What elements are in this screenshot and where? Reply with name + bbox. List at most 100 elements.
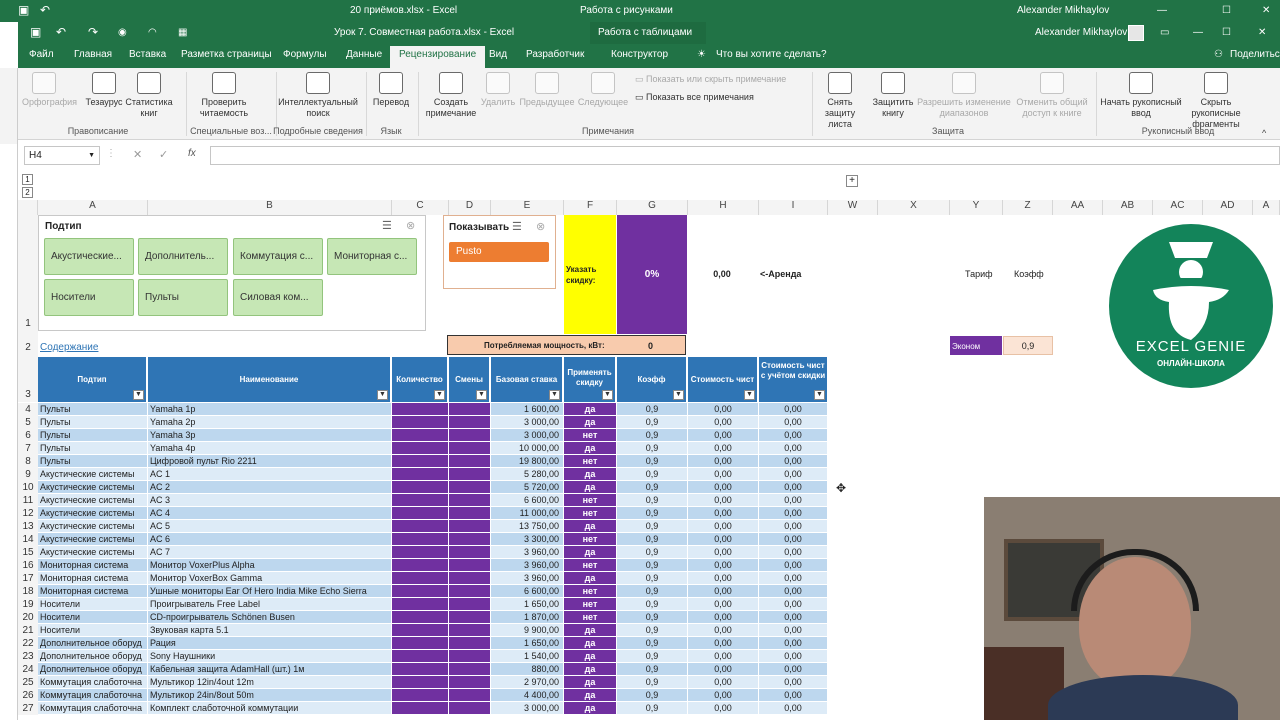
cell-apply-discount[interactable]: нет [564, 429, 617, 442]
cell-podtip[interactable]: Акустические системы [38, 481, 148, 494]
row-header[interactable]: 23 [18, 650, 38, 663]
cell-name[interactable]: Yamaha 2p [148, 416, 392, 429]
chevron-down-icon[interactable]: ▼ [88, 147, 95, 164]
undo-icon[interactable]: ↶ [40, 3, 50, 17]
cell-podtip[interactable]: Акустические системы [38, 507, 148, 520]
cell-coef[interactable]: 0,9 [617, 598, 688, 611]
workbook-stats-button[interactable]: Статистика книг [124, 72, 174, 119]
cell-base-rate[interactable]: 6 600,00 [491, 494, 564, 507]
header-coef[interactable]: Коэфф ▼ [617, 357, 687, 402]
cell-name[interactable]: Проигрыватель Free Label [148, 598, 392, 611]
cell-coef[interactable]: 0,9 [617, 481, 688, 494]
cell-discounted-cost[interactable]: 0,00 [759, 546, 828, 559]
tariff-coef-cell[interactable]: 0,9 [1003, 336, 1053, 355]
column-header[interactable]: H [688, 200, 759, 215]
cell-quantity[interactable] [392, 468, 449, 481]
cell-podtip[interactable]: Носители [38, 598, 148, 611]
cell-quantity[interactable] [392, 494, 449, 507]
filter-dropdown-icon[interactable]: ▼ [814, 390, 825, 400]
row-header[interactable]: 10 [18, 481, 38, 494]
cell-name[interactable]: Рация [148, 637, 392, 650]
maximize-icon[interactable]: ☐ [1222, 5, 1231, 16]
cell-base-rate[interactable]: 1 870,00 [491, 611, 564, 624]
cell-net-cost[interactable]: 0,00 [688, 702, 759, 715]
cell-net-cost[interactable]: 0,00 [688, 403, 759, 416]
row-header[interactable]: 1 [18, 215, 38, 331]
column-header[interactable]: Z [1003, 200, 1053, 215]
slicer-item-power[interactable]: Силовая ком... [233, 279, 323, 316]
tab-developer[interactable]: Разработчик [526, 49, 584, 60]
tab-review[interactable]: Рецензирование [390, 46, 486, 68]
cell-name[interactable]: Sony Наушники [148, 650, 392, 663]
cell-base-rate[interactable]: 1 540,00 [491, 650, 564, 663]
previous-comment-button[interactable]: Предыдущее [518, 72, 576, 108]
column-header[interactable]: I [759, 200, 828, 215]
cell-name[interactable]: AC 3 [148, 494, 392, 507]
cell-shifts[interactable] [449, 585, 491, 598]
cell-apply-discount[interactable]: нет [564, 585, 617, 598]
cell-podtip[interactable]: Коммутация слаботочна [38, 702, 148, 715]
tab-design[interactable]: Конструктор [611, 49, 668, 60]
camera-icon[interactable]: ◉ [118, 27, 127, 38]
cell-podtip[interactable]: Акустические системы [38, 520, 148, 533]
row-header[interactable]: 5 [18, 416, 38, 429]
cell-base-rate[interactable]: 1 650,00 [491, 598, 564, 611]
minimize-icon[interactable]: — [1157, 5, 1167, 16]
row-header[interactable]: 4 [18, 403, 38, 416]
cell-quantity[interactable] [392, 689, 449, 702]
row-header[interactable]: 6 [18, 429, 38, 442]
tab-file[interactable]: Файл [29, 49, 54, 60]
cell-base-rate[interactable]: 11 000,00 [491, 507, 564, 520]
cell-net-cost[interactable]: 0,00 [688, 663, 759, 676]
cell-shifts[interactable] [449, 533, 491, 546]
cell-coef[interactable]: 0,9 [617, 533, 688, 546]
show-hide-comment-button[interactable]: ▭ Показать или скрыть примечание [635, 74, 786, 85]
cell-apply-discount[interactable]: да [564, 481, 617, 494]
cell-discounted-cost[interactable]: 0,00 [759, 585, 828, 598]
start-inking-button[interactable]: Начать рукописный ввод [1100, 72, 1182, 119]
cell-base-rate[interactable]: 3 960,00 [491, 546, 564, 559]
cell-discounted-cost[interactable]: 0,00 [759, 533, 828, 546]
cell-net-cost[interactable]: 0,00 [688, 520, 759, 533]
cell-coef[interactable]: 0,9 [617, 611, 688, 624]
row-header[interactable]: 21 [18, 624, 38, 637]
rent-value[interactable]: 0,00 [688, 269, 756, 279]
cell-shifts[interactable] [449, 468, 491, 481]
cell-quantity[interactable] [392, 442, 449, 455]
cell-net-cost[interactable]: 0,00 [688, 650, 759, 663]
filter-dropdown-icon[interactable]: ▼ [602, 390, 613, 400]
column-header[interactable]: A [38, 200, 148, 215]
row-header[interactable]: 8 [18, 455, 38, 468]
cell-shifts[interactable] [449, 416, 491, 429]
cell-discounted-cost[interactable]: 0,00 [759, 455, 828, 468]
cell-name[interactable]: Цифровой пульт Rio 2211 [148, 455, 392, 468]
wifi-icon[interactable]: ◠ [148, 27, 157, 38]
cell-net-cost[interactable]: 0,00 [688, 572, 759, 585]
cell-shifts[interactable] [449, 403, 491, 416]
cell-base-rate[interactable]: 5 280,00 [491, 468, 564, 481]
cell-net-cost[interactable]: 0,00 [688, 676, 759, 689]
cell-shifts[interactable] [449, 520, 491, 533]
maximize-icon[interactable]: ☐ [1222, 27, 1231, 38]
cell-discounted-cost[interactable]: 0,00 [759, 663, 828, 676]
cell-net-cost[interactable]: 0,00 [688, 481, 759, 494]
column-header[interactable]: AB [1103, 200, 1153, 215]
cell-name[interactable]: AC 5 [148, 520, 392, 533]
cell-discounted-cost[interactable]: 0,00 [759, 598, 828, 611]
tab-view[interactable]: Вид [489, 49, 507, 60]
cell-net-cost[interactable]: 0,00 [688, 429, 759, 442]
filter-dropdown-icon[interactable]: ▼ [673, 390, 684, 400]
cell-name[interactable]: CD-проигрыватель Schönen Busen [148, 611, 392, 624]
cell-apply-discount[interactable]: да [564, 624, 617, 637]
cell-podtip[interactable]: Акустические системы [38, 494, 148, 507]
row-header[interactable]: 9 [18, 468, 38, 481]
cell-podtip[interactable]: Акустические системы [38, 546, 148, 559]
cell-net-cost[interactable]: 0,00 [688, 689, 759, 702]
cell-net-cost[interactable]: 0,00 [688, 455, 759, 468]
cell-discounted-cost[interactable]: 0,00 [759, 520, 828, 533]
row-header[interactable]: 11 [18, 494, 38, 507]
cell-name[interactable]: Звуковая карта 5.1 [148, 624, 392, 637]
cell-coef[interactable]: 0,9 [617, 429, 688, 442]
cell-podtip[interactable]: Пульты [38, 442, 148, 455]
cell-apply-discount[interactable]: да [564, 689, 617, 702]
